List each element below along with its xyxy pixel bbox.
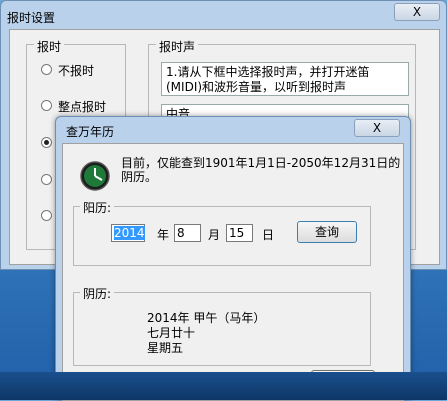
year-unit-label: 年 [157,228,170,242]
calendar-dialog-client: 目前，仅能查到1901年1月1日-2050年12月31日的阴历。 阳历: 201… [62,143,404,401]
calendar-dialog-title: 查万年历 [66,125,115,139]
dialog-close-icon[interactable]: X [354,119,400,137]
taskbar [0,372,447,400]
instruction-text: 1.请从下框中选择报时声，并打开迷笛(MIDI)和波形音量，以听到报时声 [161,62,409,96]
radio-option-3[interactable] [41,137,52,148]
radio-no-chime[interactable] [41,64,52,75]
lunar-group [73,292,371,366]
month-input[interactable]: 8 [174,224,201,242]
year-input[interactable]: 2014 [111,224,145,242]
info-text: 目前，仅能查到1901年1月1日-2050年12月31日的阴历。 [121,156,401,184]
settings-window-title: 报时设置 [7,11,56,25]
month-unit-label: 月 [208,228,221,242]
lunar-group-legend: 阴历: [80,285,115,302]
settings-close-button[interactable]: X [394,3,440,21]
radio-hourly-chime-label: 整点报时 [58,100,107,114]
weekday-text: 星期五 [147,341,184,355]
solar-group-legend: 阳历: [80,199,115,216]
year-input-value: 2014 [114,226,145,240]
chime-group-legend: 报时 [34,38,65,55]
query-button[interactable]: 查询 [297,221,357,243]
radio-no-chime-label: 不报时 [58,64,95,78]
radio-hourly-chime[interactable] [41,100,52,111]
radio-option-4[interactable] [41,174,52,185]
calendar-dialog: 查万年历 X 目前，仅能查到1901年1月1日-2050年12月31日的阴历。 … [55,116,411,401]
clock-icon [80,161,110,191]
day-unit-label: 日 [262,228,275,242]
day-input[interactable]: 15 [226,224,253,242]
chime-sound-legend: 报时声 [156,38,199,55]
radio-option-5[interactable] [41,210,52,221]
